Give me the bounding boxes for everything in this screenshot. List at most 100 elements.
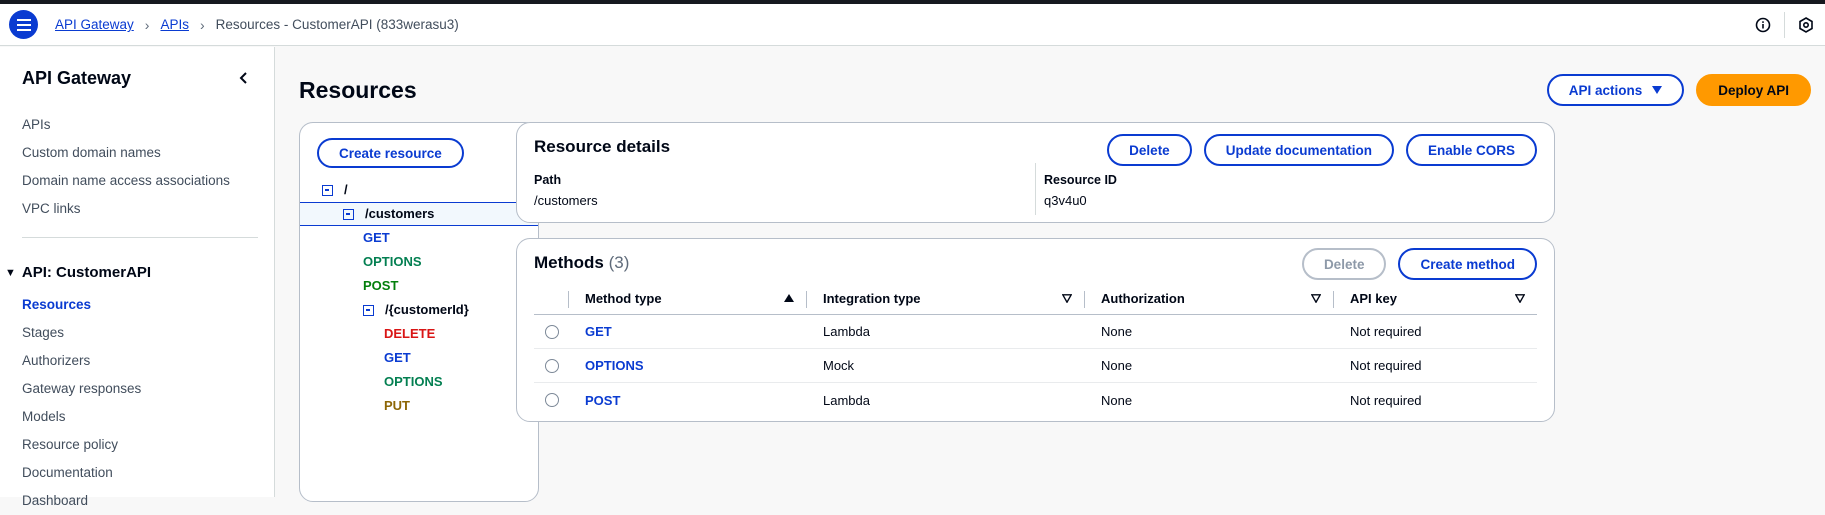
tree-node-customers[interactable]: /customers (300, 202, 538, 226)
collapse-icon[interactable] (343, 208, 354, 220)
methods-title-label: Methods (534, 253, 604, 272)
tree-node-customer-id[interactable]: /{customerId} (300, 298, 538, 322)
sidebar-collapse-button[interactable] (236, 70, 252, 86)
method-link[interactable]: GET (585, 324, 612, 339)
resource-tree-panel: Create resource / /customers GET OPTIONS… (299, 122, 539, 502)
sidebar-api-section[interactable]: ▼ API: CustomerAPI (5, 264, 151, 281)
method-link[interactable]: OPTIONS (585, 358, 644, 373)
row-radio[interactable] (544, 393, 559, 407)
column-header-label: Authorization (1101, 290, 1185, 306)
details-divider (1035, 163, 1036, 215)
settings-hex-icon (1799, 17, 1813, 33)
column-header-authorization[interactable]: Authorization (1084, 282, 1333, 314)
tree-node-root[interactable]: / (300, 178, 538, 202)
chevron-right-icon: › (199, 16, 205, 33)
sidebar-item-resource-policy[interactable]: Resource policy (22, 431, 141, 459)
breadcrumb: API Gateway › APIs › Resources - Custome… (55, 17, 459, 33)
authorization-cell: None (1101, 324, 1133, 339)
menu-icon (16, 18, 31, 31)
delete-method-button[interactable]: Delete (1301, 248, 1387, 280)
path-label: Path (534, 173, 562, 187)
tree-method-options[interactable]: OPTIONS (300, 250, 538, 274)
sidebar-item-dashboard[interactable]: Dashboard (22, 487, 141, 515)
create-method-button[interactable]: Create method (1398, 248, 1537, 280)
main-content: Resources API actions Deploy API Create … (276, 47, 1825, 502)
column-header-label: Method type (585, 290, 662, 306)
api-key-cell: Not required (1350, 392, 1422, 408)
collapse-icon[interactable] (322, 184, 333, 196)
api-key-cell: Not required (1350, 324, 1422, 339)
sidebar-item-gateway-responses[interactable]: Gateway responses (22, 375, 141, 403)
column-header-label: API key (1350, 290, 1397, 306)
resource-details-title: Resource details (534, 137, 671, 156)
row-radio[interactable] (544, 358, 559, 373)
sidebar-item-vpc-links[interactable]: VPC links (22, 195, 230, 223)
sidebar-item-domain-access-associations[interactable]: Domain name access associations (22, 167, 230, 195)
settings-button[interactable] (1797, 16, 1815, 34)
tree-method-label: OPTIONS (384, 374, 443, 389)
sidebar-item-resources[interactable]: Resources (22, 291, 141, 319)
tree-method-post[interactable]: POST (300, 274, 538, 298)
api-actions-button[interactable]: API actions (1546, 74, 1685, 106)
breadcrumb-api-gateway[interactable]: API Gateway (55, 17, 134, 32)
tree-method-options[interactable]: OPTIONS (300, 370, 538, 394)
topbar-divider (1784, 12, 1785, 38)
deploy-api-button[interactable]: Deploy API (1696, 74, 1811, 106)
tree-method-get[interactable]: GET (300, 226, 538, 250)
breadcrumb-apis[interactable]: APIs (160, 17, 189, 32)
column-header-method-type[interactable]: Method type (568, 282, 806, 314)
menu-button[interactable] (9, 10, 38, 39)
integration-type-cell: Lambda (823, 392, 870, 408)
update-documentation-button[interactable]: Update documentation (1203, 134, 1394, 166)
create-resource-button[interactable]: Create resource (317, 138, 464, 168)
table-row[interactable]: OPTIONS Mock None Not required (534, 349, 1537, 383)
api-key-cell: Not required (1350, 358, 1422, 373)
methods-card: Methods (3) Delete Create method Method … (516, 238, 1555, 422)
authorization-cell: None (1101, 358, 1133, 373)
sort-icon (1062, 294, 1072, 303)
authorization-cell: None (1101, 392, 1133, 408)
table-header-row: Method type Integration type Authorizati… (534, 282, 1537, 315)
tree-method-get[interactable]: GET (300, 346, 538, 370)
sidebar-title: API Gateway (22, 68, 132, 88)
caret-down-icon (1652, 86, 1663, 94)
table-row[interactable]: POST Lambda None Not required (534, 383, 1537, 417)
methods-title: Methods (3) (534, 253, 629, 273)
row-select-cell (534, 315, 569, 348)
resource-id-value: q3v4u0 (1044, 193, 1087, 208)
methods-count: (3) (608, 253, 630, 272)
sidebar-api-links: Resources Stages Authorizers Gateway res… (22, 291, 141, 515)
sidebar-item-authorizers[interactable]: Authorizers (22, 347, 141, 375)
tree-method-label: OPTIONS (363, 254, 422, 269)
top-bar: API Gateway › APIs › Resources - Custome… (0, 4, 1825, 46)
sidebar-item-custom-domain-names[interactable]: Custom domain names (22, 139, 230, 167)
sidebar-item-documentation[interactable]: Documentation (22, 459, 141, 487)
caret-down-icon: ▼ (5, 266, 16, 279)
table-row[interactable]: GET Lambda None Not required (534, 315, 1537, 349)
collapse-icon[interactable] (363, 304, 374, 316)
tree-node-label: /{customerId} (385, 302, 469, 317)
delete-resource-button[interactable]: Delete (1107, 134, 1192, 166)
tree-method-put[interactable]: PUT (300, 394, 538, 418)
method-link[interactable]: POST (585, 393, 620, 408)
tree-method-label: DELETE (384, 326, 436, 341)
path-value: /customers (534, 193, 598, 208)
method-type-cell: OPTIONS (569, 349, 806, 382)
row-radio[interactable] (544, 324, 559, 339)
row-select-cell (534, 383, 569, 417)
column-header-api-key[interactable]: API key (1333, 282, 1537, 314)
resource-tree: / /customers GET OPTIONS POST /{customer… (300, 178, 538, 418)
integration-type-cell: Lambda (823, 324, 870, 339)
sidebar-item-apis[interactable]: APIs (22, 111, 230, 139)
tree-method-delete[interactable]: DELETE (300, 322, 538, 346)
sidebar-item-models[interactable]: Models (22, 403, 141, 431)
column-header-label: Integration type (823, 290, 921, 306)
breadcrumb-current: Resources - CustomerAPI (833werasu3) (215, 17, 459, 32)
enable-cors-button[interactable]: Enable CORS (1405, 134, 1537, 166)
method-type-cell: POST (569, 383, 806, 417)
sidebar-item-stages[interactable]: Stages (22, 319, 141, 347)
column-header-integration-type[interactable]: Integration type (806, 282, 1084, 314)
info-button[interactable] (1754, 16, 1772, 34)
resource-id-label: Resource ID (1044, 173, 1117, 187)
path-field: Path /customers (534, 173, 598, 208)
